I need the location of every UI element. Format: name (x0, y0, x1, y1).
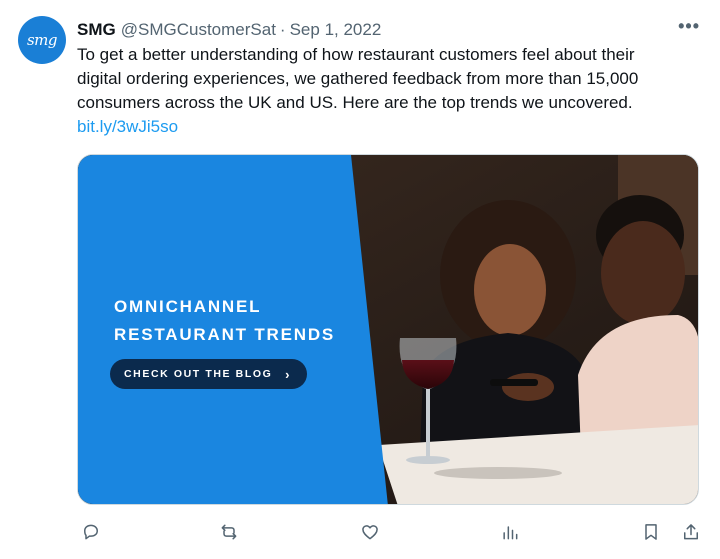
avatar[interactable]: smg (18, 16, 66, 64)
tweet-date[interactable]: Sep 1, 2022 (290, 20, 382, 40)
share-button[interactable] (677, 518, 705, 546)
cta-label: CHECK OUT THE BLOG (124, 368, 273, 380)
tweet-text-line: To get a better understanding of how res… (77, 45, 635, 64)
promo-title: OMNICHANNEL RESTAURANT TRENDS (114, 293, 335, 349)
share-icon (684, 524, 698, 540)
bookmark-icon (645, 524, 657, 540)
more-options-icon[interactable]: ••• (678, 16, 700, 37)
bookmark-button[interactable] (637, 518, 665, 546)
reply-button[interactable] (77, 518, 105, 546)
check-out-blog-button[interactable]: CHECK OUT THE BLOG › (110, 359, 307, 389)
author-handle[interactable]: @SMGCustomerSat (121, 20, 276, 40)
like-button[interactable] (356, 518, 384, 546)
views-button[interactable] (496, 518, 524, 546)
heart-icon (362, 525, 378, 540)
tweet-header: SMG @SMGCustomerSat · Sep 1, 2022 ••• (77, 16, 700, 42)
separator: · (279, 20, 286, 39)
retweet-button[interactable] (215, 518, 243, 546)
tweet-text: To get a better understanding of how res… (77, 43, 707, 139)
retweet-icon (221, 524, 237, 540)
reply-icon (84, 524, 98, 540)
views-icon (503, 526, 518, 540)
tweet-text-line: digital ordering experiences, we gathere… (77, 69, 639, 88)
promo-title-line: RESTAURANT TRENDS (114, 325, 336, 344)
chevron-right-icon: › (285, 366, 291, 382)
tweet-link[interactable]: bit.ly/3wJi5so (77, 117, 178, 136)
promo-title-line: OMNICHANNEL (114, 297, 262, 316)
author-name[interactable]: SMG (77, 20, 116, 40)
media-card[interactable]: OMNICHANNEL RESTAURANT TRENDS CHECK OUT … (77, 154, 699, 505)
tweet-actions (77, 518, 707, 546)
tweet-text-line: consumers across the UK and US. Here are… (77, 93, 633, 112)
